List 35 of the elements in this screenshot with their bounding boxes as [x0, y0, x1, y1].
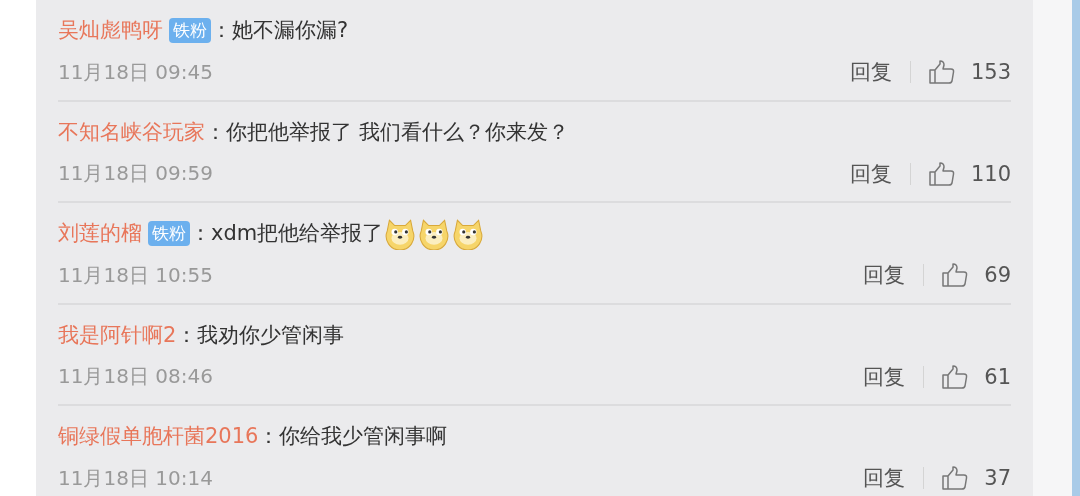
reply-link[interactable]: 回复 — [849, 58, 892, 86]
colon: ： — [205, 118, 226, 146]
reply-link[interactable]: 回复 — [863, 464, 906, 492]
comment-text: 你给我少管闲事啊 — [279, 423, 448, 450]
comment-time: 11月18日 10:55 — [58, 261, 213, 289]
fan-badge: 铁粉 — [148, 220, 190, 246]
doge-emoji-icon — [417, 216, 452, 250]
thumbs-up-icon[interactable] — [942, 364, 969, 389]
like-count: 69 — [984, 263, 1011, 287]
doge-emoji-icon — [451, 216, 486, 250]
fan-badge: 铁粉 — [169, 17, 211, 43]
thumbs-up-icon[interactable] — [942, 466, 969, 490]
thumbs-up-icon[interactable] — [942, 263, 969, 287]
comment-text: 她不漏你漏? — [232, 17, 349, 44]
like-count: 110 — [970, 161, 1011, 186]
colon: ： — [211, 17, 232, 44]
reply-link[interactable]: 回复 — [863, 261, 906, 289]
comment-text: 你把他举报了 我们看什么？你来发？ — [226, 118, 569, 146]
comment-time: 11月18日 09:45 — [58, 58, 213, 86]
comment-time: 11月18日 10:14 — [58, 464, 213, 492]
colon: ： — [176, 321, 198, 349]
reply-link[interactable]: 回复 — [849, 159, 892, 188]
like-count: 61 — [984, 364, 1011, 389]
like-count: 37 — [984, 466, 1011, 490]
like-count: 153 — [970, 60, 1011, 84]
reply-link[interactable]: 回复 — [863, 362, 906, 391]
comment-text: 我劝你少管闲事 — [197, 321, 345, 349]
comment-time: 11月18日 09:59 — [58, 160, 213, 187]
comment-text: xdm把他给举报了 — [211, 220, 384, 247]
colon: ： — [258, 423, 280, 450]
thumbs-up-icon[interactable] — [928, 60, 955, 84]
thumbs-up-icon[interactable] — [928, 161, 955, 186]
comment-time: 11月18日 08:46 — [58, 363, 213, 390]
doge-emoji-icon — [383, 216, 418, 250]
colon: ： — [190, 220, 211, 247]
